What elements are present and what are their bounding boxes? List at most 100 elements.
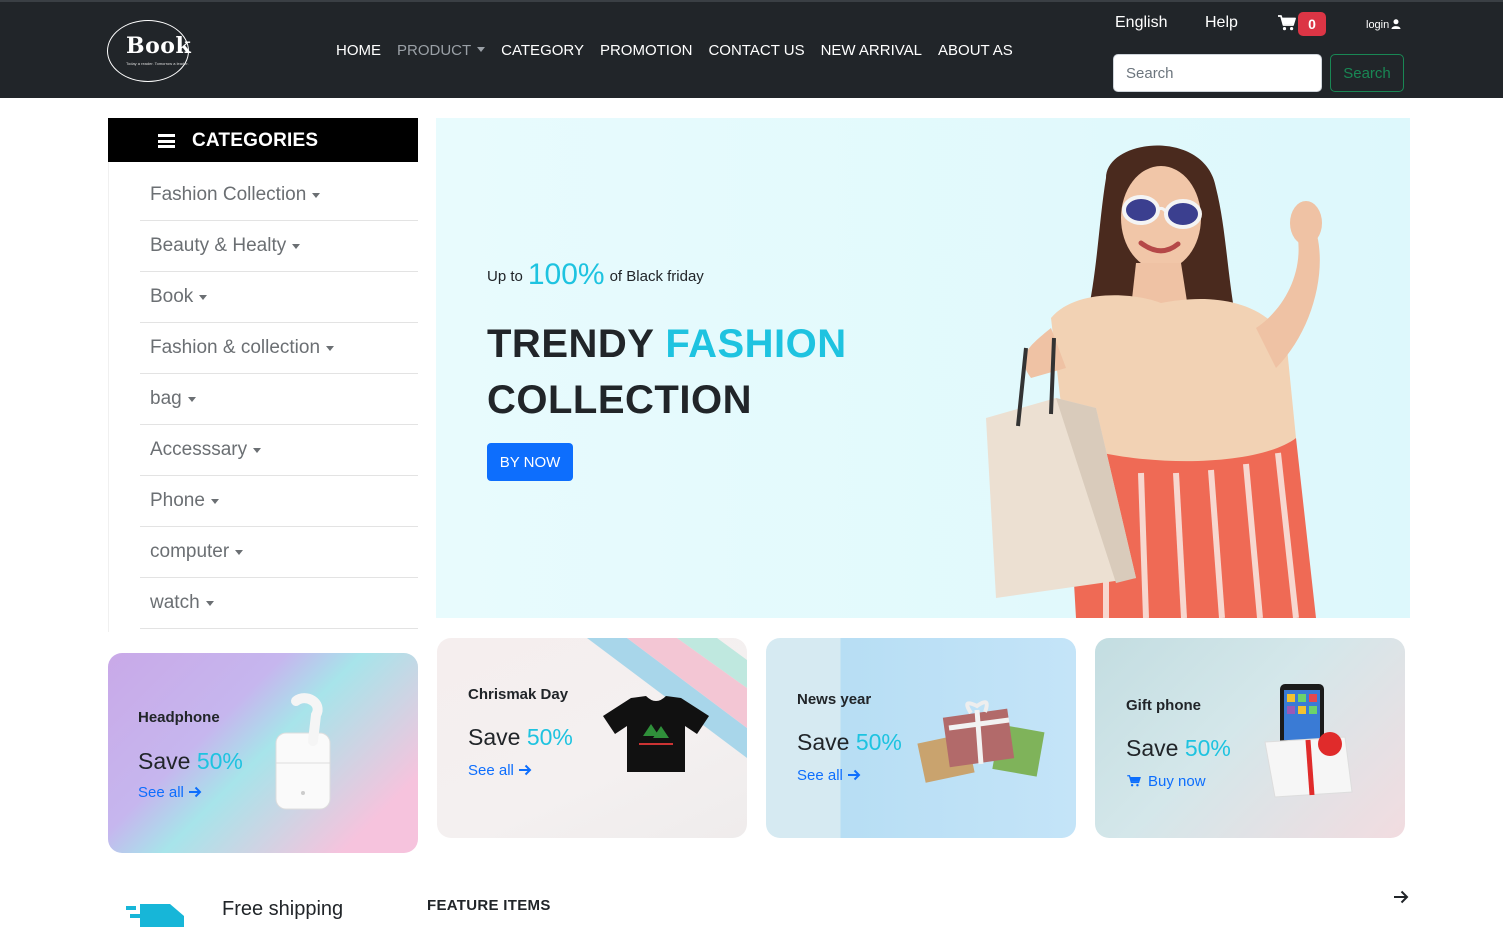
buy-now-link[interactable]: Buy now (1126, 773, 1206, 790)
category-item[interactable]: Phone (140, 476, 418, 527)
brand-logo[interactable]: Book Today a reader. Tomorrow a leader. (107, 20, 192, 82)
category-item[interactable]: Accesssary (140, 425, 418, 476)
promo-card-headphone[interactable]: Headphone Save 50% See all (108, 653, 418, 853)
login-label: login (1366, 19, 1390, 31)
arrow-right-icon[interactable] (1393, 889, 1409, 905)
category-item[interactable]: Book (140, 272, 418, 323)
cart-icon[interactable] (1278, 15, 1296, 31)
language-selector[interactable]: English (1115, 14, 1167, 32)
nav-promotion[interactable]: PROMOTION (592, 40, 701, 61)
hero-subtitle: Up to 100% of Black friday (487, 258, 704, 292)
promo-label: Gift phone (1126, 697, 1201, 714)
airpods-image (275, 693, 331, 810)
category-item[interactable]: watch (140, 578, 418, 629)
promo-label: Headphone (138, 709, 220, 726)
nav-new-arrival[interactable]: NEW ARRIVAL (813, 40, 930, 61)
sidebar-divider (108, 162, 109, 632)
promo-save-text: Save 50% (138, 748, 243, 775)
promo-save-text: Save 50% (468, 724, 573, 751)
see-all-link[interactable]: See all (797, 767, 861, 784)
see-all-link[interactable]: See all (138, 784, 202, 801)
see-all-label: See all (797, 767, 843, 784)
promo-save-word: Save (1126, 735, 1179, 761)
promo-card-christmas[interactable]: Chrismak Day Save 50% See all (437, 638, 747, 838)
promo-label: News year (797, 691, 872, 708)
gift-boxes-image (917, 700, 1045, 783)
search-button[interactable]: Search (1330, 54, 1404, 92)
promo-save-word: Save (797, 729, 850, 755)
category-item[interactable]: bag (140, 374, 418, 425)
help-link[interactable]: Help (1205, 14, 1238, 32)
chevron-down-icon (210, 498, 219, 504)
hero-suffix: of Black friday (609, 268, 704, 285)
free-shipping-label: Free shipping (222, 898, 344, 920)
categories-title: CATEGORIES (192, 130, 319, 151)
login-link[interactable]: login (1366, 19, 1401, 31)
promo-save-word: Save (138, 748, 191, 774)
promo-save-word: Save (468, 724, 521, 750)
category-item[interactable]: Beauty & Healty (140, 221, 418, 272)
cart-count-badge[interactable]: 0 (1298, 12, 1326, 36)
tshirt-image (603, 696, 709, 772)
hero-model-image (986, 145, 1322, 618)
brand-name: Book (126, 33, 192, 59)
see-all-label: See all (138, 784, 184, 801)
hero-prefix: Up to (487, 268, 523, 285)
buy-now-button[interactable]: BY NOW (487, 443, 573, 481)
arrow-right-icon (847, 769, 861, 781)
category-label: computer (150, 541, 230, 562)
chevron-down-icon (235, 549, 244, 555)
category-item[interactable]: computer (140, 527, 418, 578)
see-all-label: See all (468, 762, 514, 779)
chevron-down-icon (187, 396, 196, 402)
hero-title-line2: COLLECTION (487, 378, 752, 422)
nav-home[interactable]: HOME (328, 40, 389, 61)
promo-percent: 50% (1184, 735, 1231, 761)
nav-product-dropdown[interactable]: PRODUCT (389, 40, 493, 61)
promo-save-text: Save 50% (797, 729, 902, 756)
nav-contact-us[interactable]: CONTACT US (700, 40, 812, 61)
promo-percent: 50% (855, 729, 902, 755)
chevron-down-icon (477, 47, 486, 52)
buy-now-label: Buy now (1148, 773, 1206, 790)
category-label: Accesssary (150, 439, 248, 460)
hero-highlight: 100% (527, 258, 605, 291)
top-navbar: Book Today a reader. Tomorrow a leader. … (0, 0, 1503, 98)
chevron-down-icon (253, 447, 262, 453)
user-icon (1391, 19, 1401, 29)
nav-category[interactable]: CATEGORY (493, 40, 592, 61)
hero-title: TRENDY FASHION COLLECTION (487, 316, 847, 428)
category-item[interactable]: Fashion & collection (140, 323, 418, 374)
hero-title-word: TRENDY (487, 322, 654, 366)
chevron-down-icon (199, 294, 208, 300)
category-label: Fashion Collection (150, 184, 307, 205)
nav-product-label: PRODUCT (397, 42, 472, 59)
brand-tagline: Today a reader. Tomorrow a leader. (126, 61, 189, 66)
see-all-link[interactable]: See all (468, 762, 532, 779)
categories-header[interactable]: CATEGORIES (108, 118, 418, 162)
cart-icon (1127, 775, 1141, 787)
promo-card-new-year[interactable]: News year Save 50% See all (766, 638, 1076, 838)
chevron-down-icon (205, 600, 214, 606)
promo-card-gift-phone[interactable]: Gift phone Save 50% Buy now (1095, 638, 1405, 838)
promo-save-text: Save 50% (1126, 735, 1231, 762)
category-label: Phone (150, 490, 205, 511)
category-label: Beauty & Healty (150, 235, 287, 256)
arrow-right-icon (518, 764, 532, 776)
category-label: bag (150, 388, 182, 409)
category-list: Fashion Collection Beauty & Healty Book … (140, 170, 418, 629)
category-label: watch (150, 592, 200, 613)
promo-label: Chrismak Day (468, 686, 569, 703)
promo-percent: 50% (526, 724, 573, 750)
category-item[interactable]: Fashion Collection (140, 170, 418, 221)
nav-about[interactable]: ABOUT AS (930, 40, 1021, 61)
category-label: Book (150, 286, 194, 307)
search-input[interactable] (1113, 54, 1322, 92)
feature-items-title: FEATURE ITEMS (427, 897, 551, 914)
hero-banner: Up to 100% of Black friday TRENDY FASHION … (436, 118, 1410, 618)
truck-icon (126, 904, 184, 927)
chevron-down-icon (312, 192, 321, 198)
promo-percent: 50% (196, 748, 243, 774)
arrow-right-icon (188, 786, 202, 798)
main-menu: HOME PRODUCT CATEGORY PROMOTION CONTACT … (328, 40, 1021, 61)
